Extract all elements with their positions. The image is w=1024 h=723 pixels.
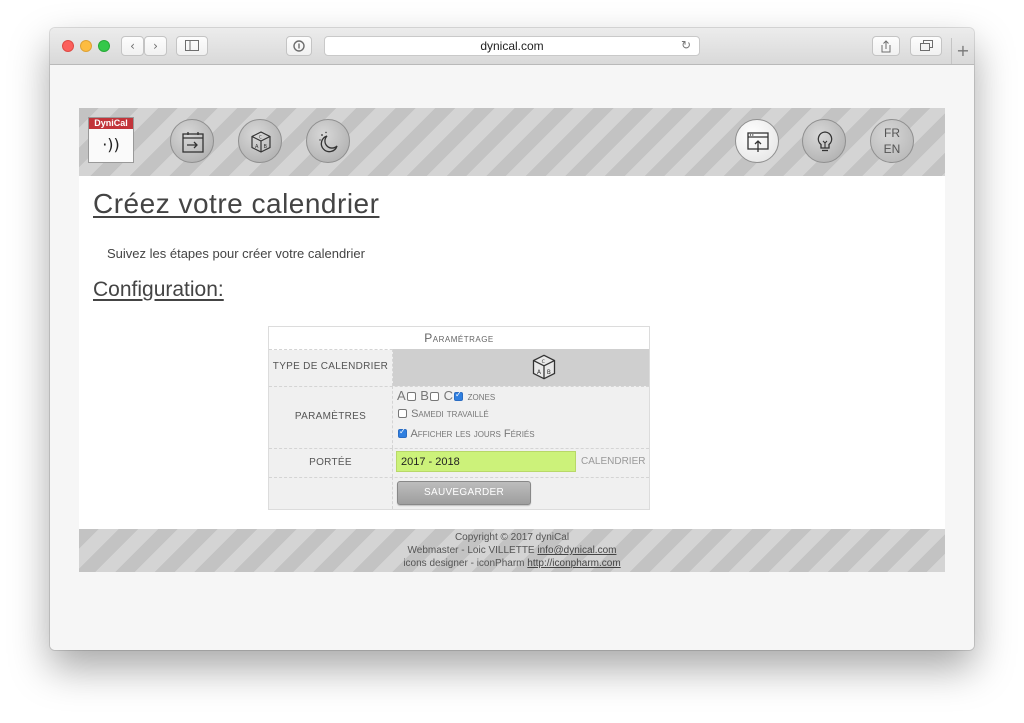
- webmaster-email-link[interactable]: info@dynical.com: [537, 545, 616, 556]
- calendar-import-button[interactable]: [170, 119, 214, 163]
- svg-text:A: A: [537, 370, 541, 376]
- abc-dice-button[interactable]: ABC: [238, 119, 282, 163]
- close-window-button[interactable]: [62, 40, 74, 52]
- portee-suffix: calendrier: [581, 456, 646, 467]
- site-footer: Copyright © 2017 dyniCal Webmaster - Loi…: [79, 529, 945, 572]
- intro-text: Suivez les étapes pour créer votre calen…: [107, 246, 365, 261]
- calendar-type-selector[interactable]: ABC: [393, 349, 649, 386]
- zone-a-checkbox[interactable]: [406, 392, 416, 401]
- zones-line: A B C zones: [397, 388, 495, 403]
- export-window-icon: [747, 132, 769, 152]
- reload-icon[interactable]: ↻: [681, 38, 691, 52]
- portee-input[interactable]: 2017 - 2018: [396, 451, 576, 472]
- tabs-icon: [919, 40, 933, 51]
- language-switch[interactable]: FR EN: [870, 119, 914, 163]
- section-title: Configuration:: [93, 278, 224, 301]
- share-button[interactable]: [872, 36, 900, 56]
- tabs-overview-button[interactable]: [910, 36, 942, 56]
- dice-abc-icon: A BC: [532, 354, 556, 380]
- samedi-checkbox[interactable]: [398, 409, 407, 418]
- svg-text:C: C: [259, 135, 262, 140]
- browser-window: ‹ › dynical.com ↻ + DyniCal ·)) A B C FR…: [50, 28, 974, 650]
- webmaster-line: Webmaster - Loic VILLETTE info@dynical.c…: [79, 544, 945, 557]
- feries-label: Afficher les jours Fériés: [410, 428, 535, 440]
- portee-row: portée 2017 - 2018 calendrier: [269, 448, 649, 478]
- config-form: Paramétrage type de calendrier ABC param…: [268, 326, 650, 510]
- svg-text:C: C: [542, 359, 545, 365]
- svg-text:A: A: [255, 144, 259, 150]
- portee-label: portée: [269, 448, 393, 477]
- sidebar-button[interactable]: [176, 36, 208, 56]
- new-tab-button[interactable]: +: [951, 38, 974, 64]
- zoom-window-button[interactable]: [98, 40, 110, 52]
- save-row: sauvegarder: [269, 477, 649, 509]
- address-url: dynical.com: [480, 39, 544, 53]
- calendar-type-label: type de calendrier: [269, 349, 393, 386]
- svg-text:B: B: [264, 144, 268, 150]
- moon-icon: [319, 131, 338, 153]
- svg-text:B: B: [547, 370, 551, 376]
- forward-button[interactable]: ›: [144, 36, 167, 56]
- tips-button[interactable]: [802, 119, 846, 163]
- zone-a-label: A: [397, 388, 406, 403]
- dice-abc-icon: A BC: [251, 131, 271, 153]
- chevron-left-icon: ‹: [130, 39, 135, 53]
- lightbulb-icon: [817, 131, 833, 152]
- dynical-logo[interactable]: DyniCal ·)): [88, 117, 134, 163]
- iconpharm-link[interactable]: http://iconpharm.com: [527, 558, 620, 569]
- zone-c-label: C: [443, 388, 453, 403]
- export-button[interactable]: [735, 119, 779, 163]
- wifi-signal-icon: ·)): [102, 135, 120, 154]
- save-row-label: [269, 477, 393, 509]
- minimize-window-button[interactable]: [80, 40, 92, 52]
- form-header: Paramétrage: [269, 327, 649, 350]
- browser-toolbar: ‹ › dynical.com ↻ +: [50, 28, 974, 65]
- zone-c-checkbox[interactable]: [453, 390, 463, 401]
- site-header: DyniCal ·)) ABC FR EN: [79, 108, 945, 176]
- lang-en[interactable]: EN: [871, 141, 913, 157]
- lang-fr[interactable]: FR: [871, 125, 913, 141]
- samedi-label: Samedi travaillé: [411, 408, 489, 420]
- night-mode-button[interactable]: [306, 119, 350, 163]
- zone-b-checkbox[interactable]: [429, 392, 439, 401]
- webmaster-label: Webmaster - Loic VILLETTE: [407, 545, 535, 556]
- feries-line: Afficher les jours Fériés: [397, 427, 535, 440]
- calendar-import-icon: [182, 132, 204, 153]
- params-label: paramètres: [269, 386, 393, 448]
- copyright-text: Copyright © 2017 dyniCal: [454, 532, 570, 543]
- zones-label: zones: [467, 391, 496, 403]
- main-content: Créez votre calendrier Suivez les étapes…: [79, 176, 945, 529]
- calendar-type-row: type de calendrier ABC: [269, 349, 649, 387]
- web-page: DyniCal ·)) ABC FR EN Créez votre calend…: [50, 65, 974, 650]
- logo-text: DyniCal: [89, 118, 133, 129]
- icons-line: icons designer - iconPharm http://iconph…: [79, 557, 945, 570]
- zone-b-label: B: [420, 388, 429, 403]
- samedi-line: Samedi travaillé: [397, 408, 489, 420]
- chevron-right-icon: ›: [153, 39, 158, 53]
- icons-designer-label: icons designer - iconPharm: [403, 558, 525, 569]
- sidebar-icon: [185, 40, 199, 51]
- save-button[interactable]: sauvegarder: [397, 481, 531, 505]
- back-button[interactable]: ‹: [121, 36, 144, 56]
- page-title: Créez votre calendrier: [93, 188, 380, 219]
- info-shield-icon: [293, 40, 305, 52]
- params-row: paramètres A B C zones Samedi travaillé …: [269, 386, 649, 449]
- share-icon: [881, 40, 891, 53]
- privacy-button[interactable]: [286, 36, 312, 56]
- form-header-title: Paramétrage: [424, 331, 494, 345]
- feries-checkbox[interactable]: [398, 427, 407, 438]
- address-bar[interactable]: dynical.com ↻: [324, 36, 700, 56]
